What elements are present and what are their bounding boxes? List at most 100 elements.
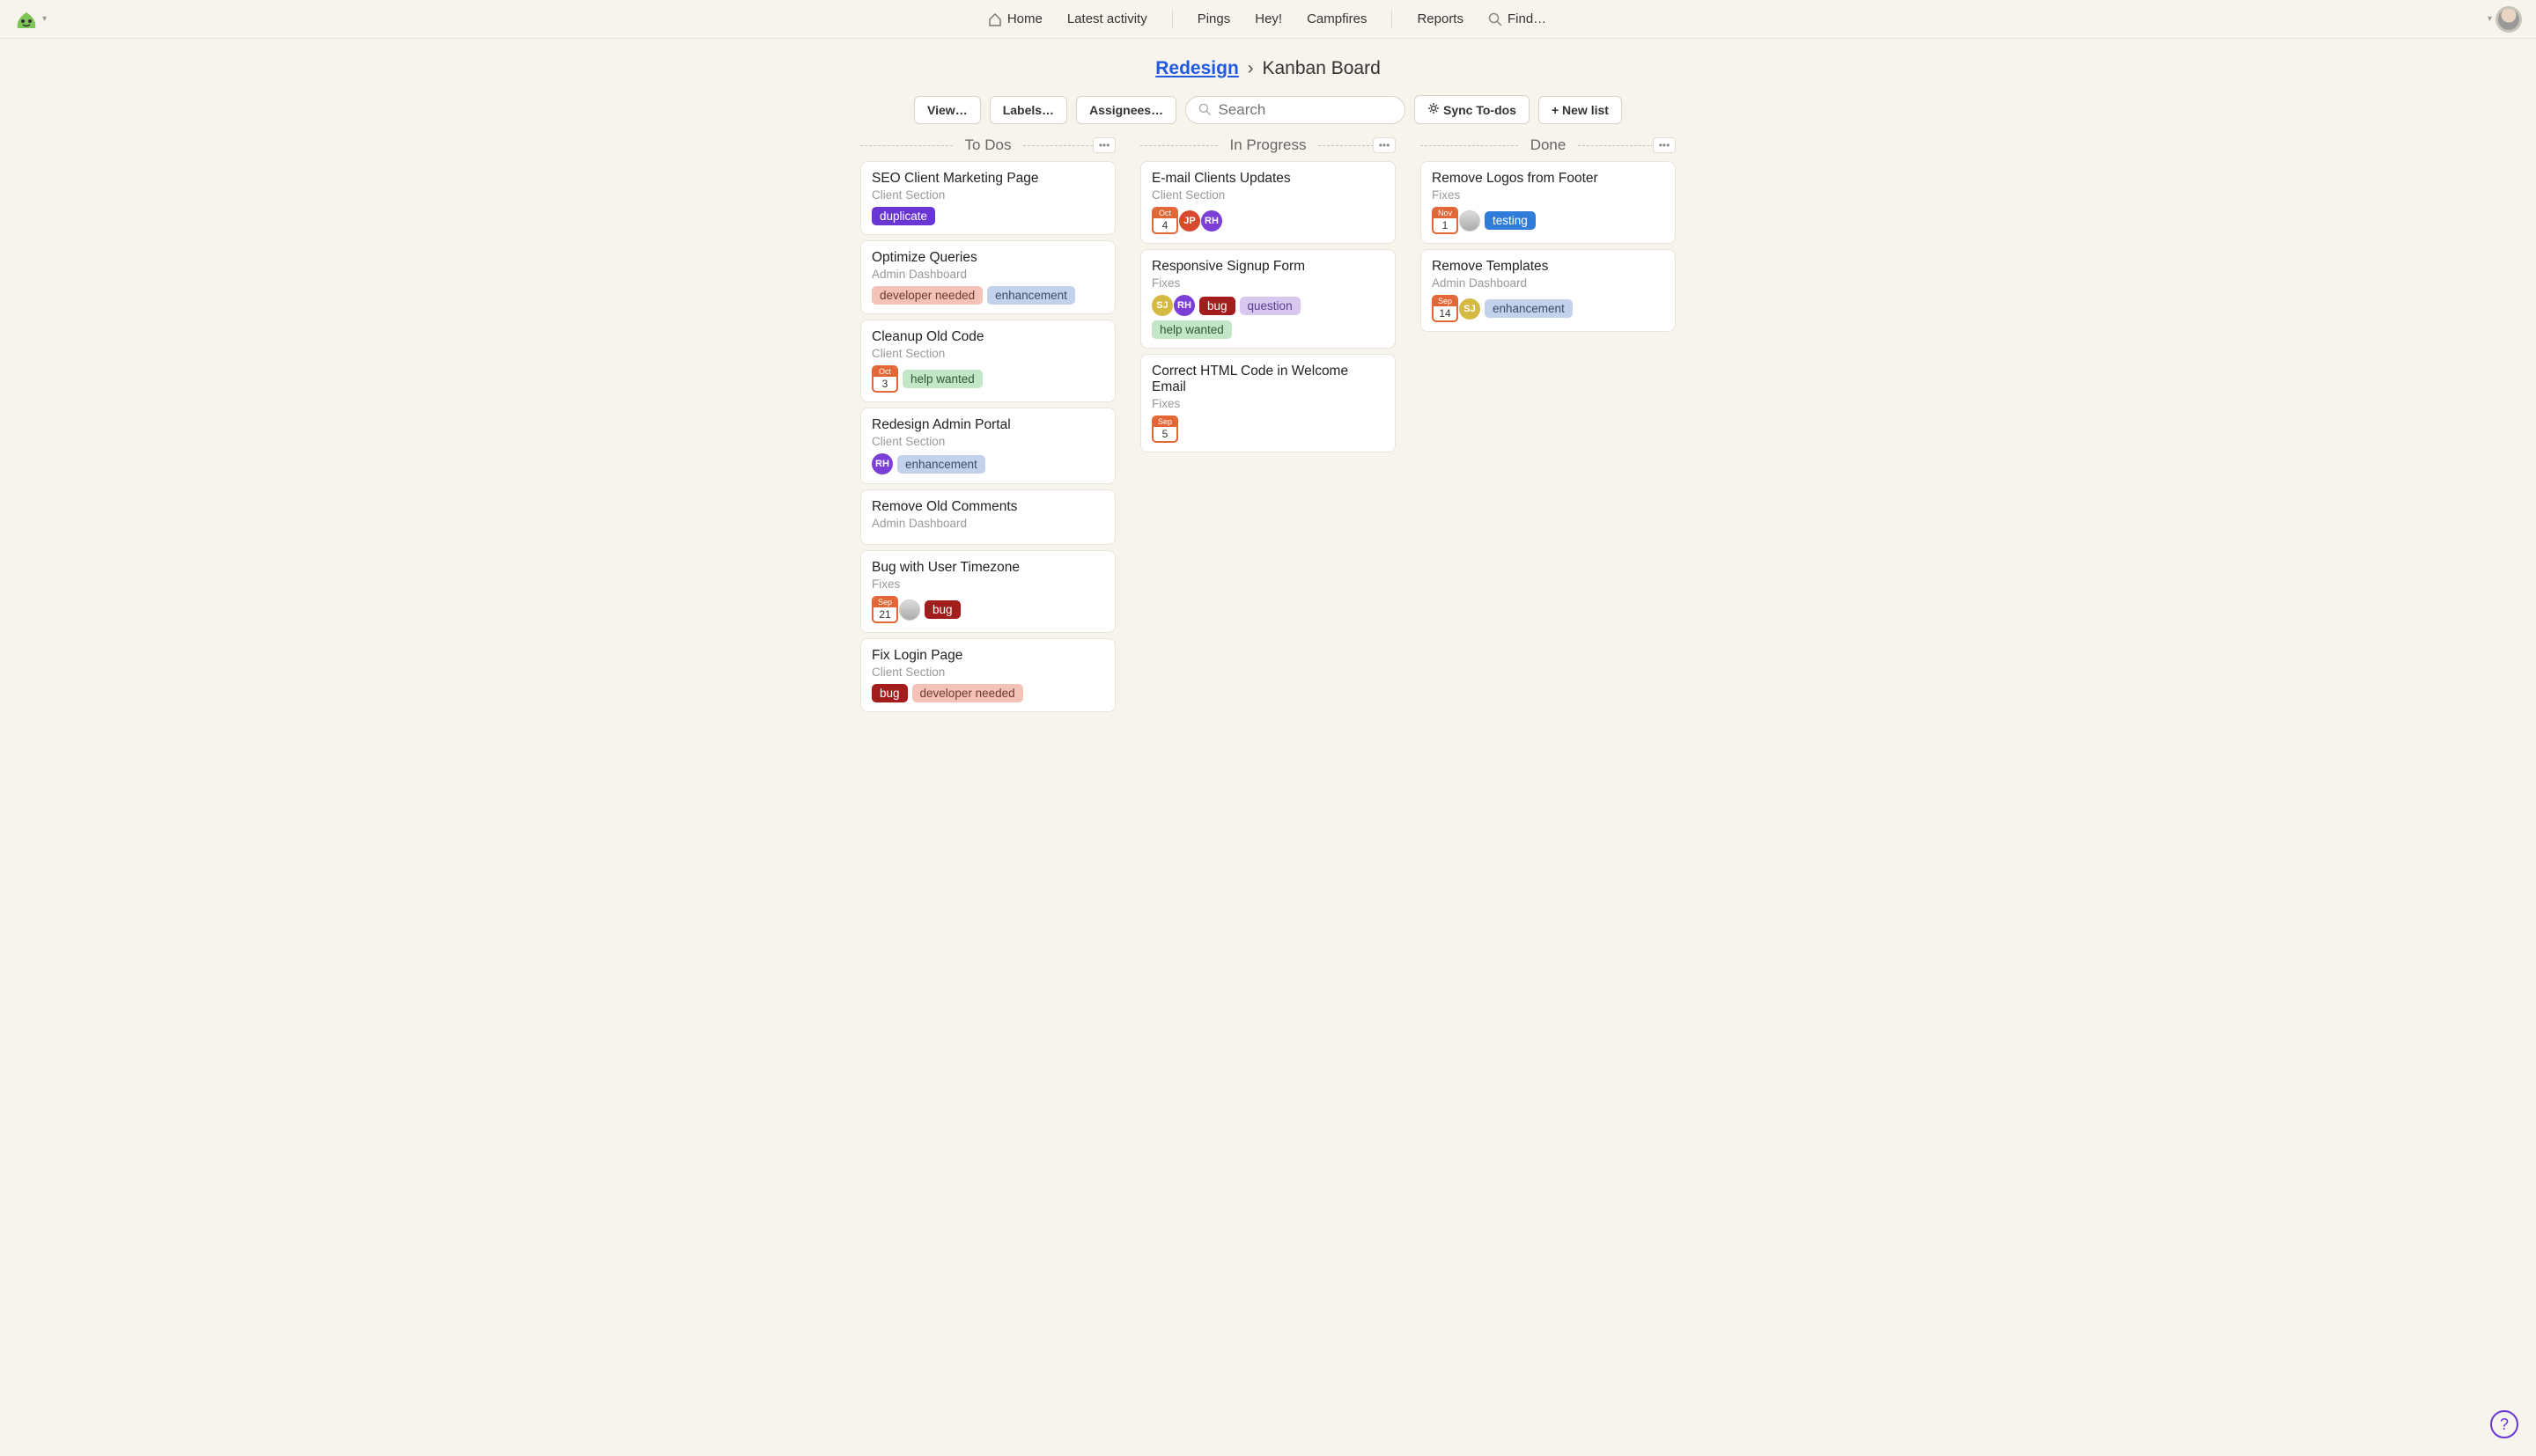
card-subtitle: Client Section (1152, 188, 1384, 202)
date-chip: Sep14 (1432, 295, 1458, 322)
card[interactable]: Optimize Queries Admin Dashboard develop… (860, 240, 1116, 314)
breadcrumb: Redesign › Kanban Board (0, 39, 2536, 95)
tag-enhancement: enhancement (987, 286, 1075, 305)
card-title: Cleanup Old Code (872, 329, 1104, 345)
card[interactable]: Remove Logos from Footer Fixes Nov1 test… (1420, 161, 1676, 244)
card[interactable]: Responsive Signup Form Fixes SJ RH bug q… (1140, 249, 1396, 349)
card[interactable]: Remove Templates Admin Dashboard Sep14 S… (1420, 249, 1676, 332)
card-subtitle: Client Section (872, 665, 1104, 679)
card-title: Remove Templates (1432, 259, 1664, 275)
tag-enhancement: enhancement (1485, 299, 1573, 318)
card[interactable]: E-mail Clients Updates Client Section Oc… (1140, 161, 1396, 244)
logo-group[interactable]: ▾ (14, 9, 47, 30)
date-chip: Oct4 (1152, 207, 1178, 234)
magnifier-icon (1488, 12, 1502, 26)
card-subtitle: Admin Dashboard (872, 268, 1104, 281)
card-title: Remove Old Comments (872, 499, 1104, 515)
card-subtitle: Admin Dashboard (1432, 276, 1664, 290)
assignee-avatar (1459, 210, 1480, 232)
breadcrumb-current: Kanban Board (1262, 58, 1380, 78)
card-subtitle: Fixes (1432, 188, 1664, 202)
user-menu[interactable]: ▾ (2488, 6, 2522, 33)
nav-campfires[interactable]: Campfires (1307, 11, 1367, 26)
labels-button[interactable]: Labels… (990, 96, 1067, 124)
tag-bug: bug (872, 684, 908, 702)
card-title: Fix Login Page (872, 648, 1104, 664)
tag-help-wanted: help wanted (1152, 320, 1232, 339)
search-input[interactable] (1218, 101, 1392, 119)
nav-reports[interactable]: Reports (1417, 11, 1463, 26)
nav-find[interactable]: Find… (1488, 11, 1546, 26)
gear-icon (1427, 102, 1440, 114)
card-title: Optimize Queries (872, 250, 1104, 266)
card-subtitle: Client Section (872, 347, 1104, 360)
search-icon (1198, 103, 1211, 117)
card-title: Remove Logos from Footer (1432, 171, 1664, 187)
new-list-button[interactable]: + New list (1538, 96, 1622, 124)
card-subtitle: Client Section (872, 435, 1104, 448)
card-subtitle: Admin Dashboard (872, 517, 1104, 530)
search-box[interactable] (1185, 96, 1405, 124)
main-nav: Home Latest activity Pings Hey! Campfire… (988, 10, 1546, 29)
card[interactable]: Cleanup Old Code Client Section Oct3 hel… (860, 320, 1116, 402)
nav-pings[interactable]: Pings (1198, 11, 1231, 26)
card-title: Bug with User Timezone (872, 560, 1104, 576)
card[interactable]: Redesign Admin Portal Client Section RH … (860, 408, 1116, 484)
user-avatar (2495, 6, 2522, 33)
column-header: In Progress ••• (1140, 136, 1396, 154)
column-menu-button[interactable]: ••• (1653, 137, 1676, 153)
toolbar: View… Labels… Assignees… Sync To-dos + N… (0, 95, 2536, 129)
assignee-avatar: RH (1201, 210, 1222, 232)
column-menu-button[interactable]: ••• (1373, 137, 1396, 153)
tag-question: question (1240, 297, 1301, 315)
tag-duplicate: duplicate (872, 207, 935, 225)
app-logo-icon (14, 9, 39, 30)
column-title: To Dos (953, 136, 1024, 154)
assignee-avatar: RH (872, 453, 893, 474)
column-header: Done ••• (1420, 136, 1676, 154)
card[interactable]: Fix Login Page Client Section bug develo… (860, 638, 1116, 712)
card-subtitle: Fixes (1152, 397, 1384, 410)
card-title: E-mail Clients Updates (1152, 171, 1384, 187)
assignee-avatar: SJ (1459, 298, 1480, 320)
tag-developer-needed: developer needed (912, 684, 1023, 702)
card-title: Redesign Admin Portal (872, 417, 1104, 433)
assignees-button[interactable]: Assignees… (1076, 96, 1176, 124)
column-menu-button[interactable]: ••• (1093, 137, 1116, 153)
assignee-avatar: SJ (1152, 295, 1173, 316)
tag-testing: testing (1485, 211, 1536, 230)
column-done: Done ••• Remove Logos from Footer Fixes … (1420, 136, 1676, 337)
column-in-progress: In Progress ••• E-mail Clients Updates C… (1140, 136, 1396, 458)
card-title: Correct HTML Code in Welcome Email (1152, 364, 1384, 395)
card[interactable]: SEO Client Marketing Page Client Section… (860, 161, 1116, 235)
nav-divider (1391, 10, 1392, 29)
tag-help-wanted: help wanted (903, 370, 983, 388)
card-subtitle: Fixes (1152, 276, 1384, 290)
kanban-board: To Dos ••• SEO Client Marketing Page Cli… (0, 129, 2536, 753)
assignee-avatar (899, 599, 920, 621)
topbar: ▾ Home Latest activity Pings Hey! Campfi… (0, 0, 2536, 39)
assignee-avatar: RH (1174, 295, 1195, 316)
home-icon (988, 12, 1002, 26)
caret-down-icon: ▾ (2488, 14, 2492, 24)
tag-bug: bug (925, 600, 961, 619)
tag-bug: bug (1199, 297, 1235, 315)
nav-hey[interactable]: Hey! (1255, 11, 1282, 26)
help-button[interactable]: ? (2490, 1410, 2518, 1438)
nav-home-label: Home (1007, 11, 1043, 26)
view-button[interactable]: View… (914, 96, 981, 124)
card[interactable]: Correct HTML Code in Welcome Email Fixes… (1140, 354, 1396, 452)
nav-latest-activity[interactable]: Latest activity (1067, 11, 1147, 26)
caret-down-icon: ▾ (42, 14, 47, 24)
breadcrumb-parent[interactable]: Redesign (1155, 58, 1239, 78)
card[interactable]: Remove Old Comments Admin Dashboard (860, 489, 1116, 545)
card[interactable]: Bug with User Timezone Fixes Sep21 bug (860, 550, 1116, 633)
card-title: Responsive Signup Form (1152, 259, 1384, 275)
column-todos: To Dos ••• SEO Client Marketing Page Cli… (860, 136, 1116, 717)
nav-home[interactable]: Home (988, 11, 1043, 26)
card-subtitle: Fixes (872, 577, 1104, 591)
nav-divider (1172, 10, 1173, 29)
card-subtitle: Client Section (872, 188, 1104, 202)
sync-button[interactable]: Sync To-dos (1414, 95, 1530, 124)
date-chip: Oct3 (872, 365, 898, 393)
